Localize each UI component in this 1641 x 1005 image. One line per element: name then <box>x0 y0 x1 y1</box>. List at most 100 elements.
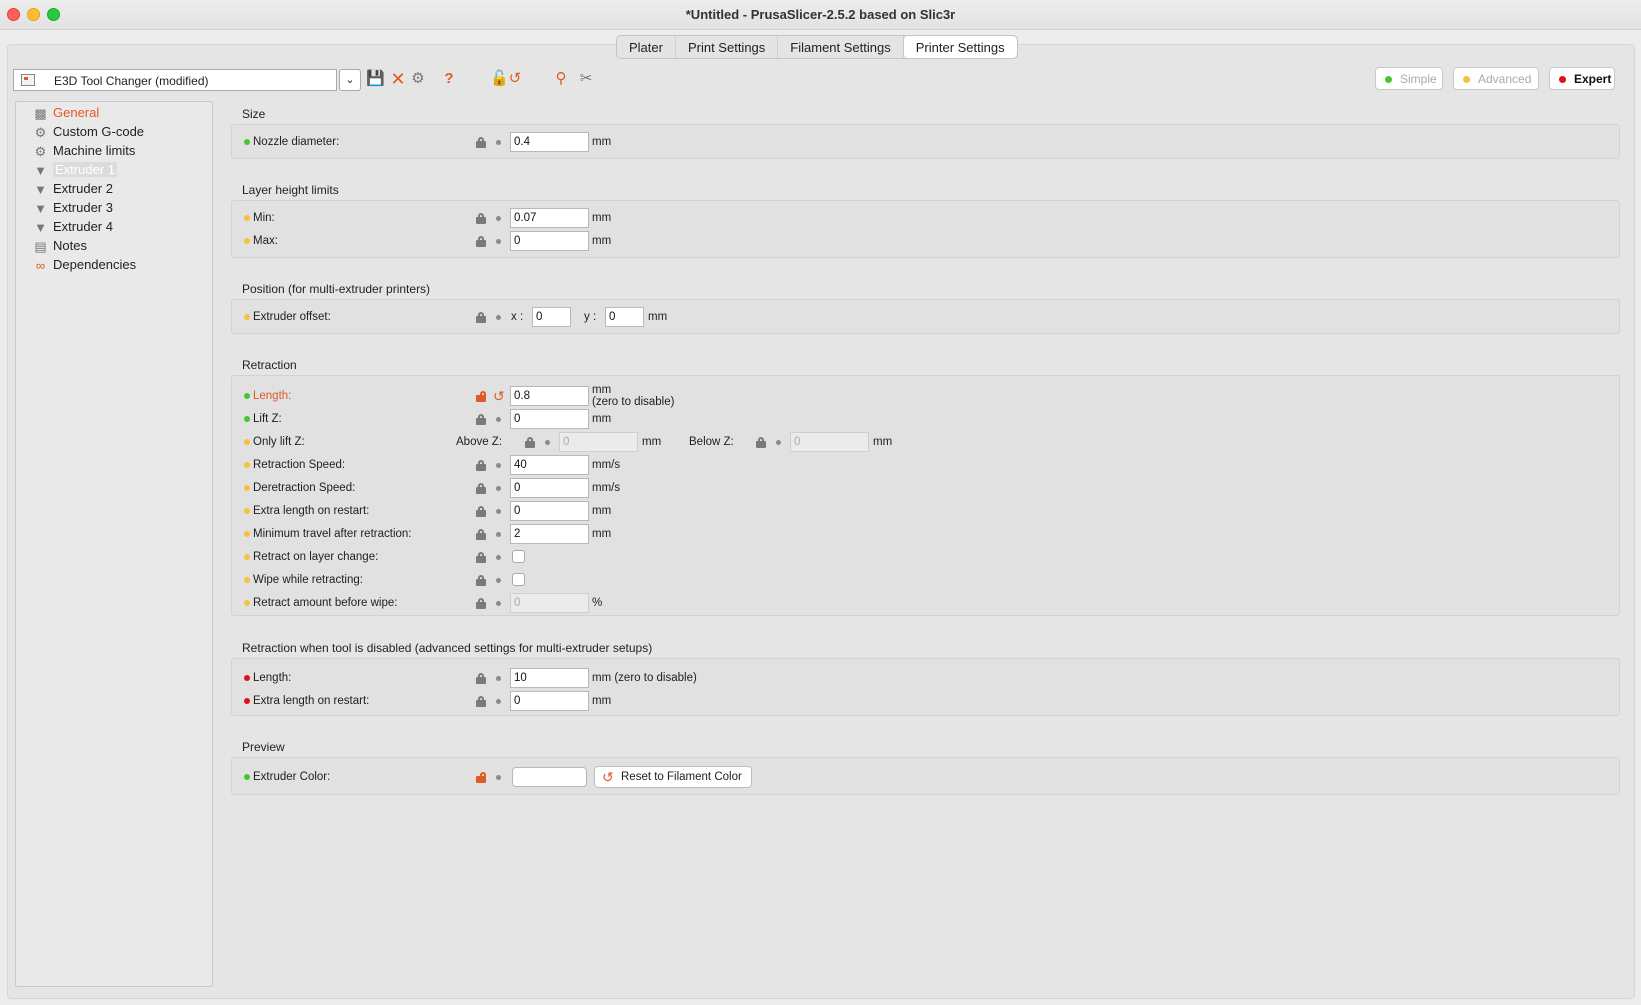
tree-item-custom-gcode[interactable]: ⚙ Custom G-code <box>33 124 144 142</box>
row-only-lift-z: Only lift Z: Above Z: 0 mm Below Z: 0 mm <box>232 431 1619 453</box>
lock-icon[interactable] <box>476 552 486 563</box>
extra-length-input[interactable]: 0 <box>510 501 589 521</box>
lock-icon[interactable] <box>476 460 486 471</box>
retraction-length-input[interactable]: 0.8 <box>510 386 589 406</box>
delete-preset-icon[interactable]: ✕ <box>389 70 407 88</box>
group-layer-height: Min: 0.07 mm Max: 0 mm <box>231 200 1620 258</box>
row-extruder-color: Extruder Color: ↺ Reset to Filament Colo… <box>232 766 1619 788</box>
search-icon[interactable]: ⚲ <box>552 70 570 88</box>
undo-icon[interactable]: ↺ <box>506 70 524 88</box>
tab-print-settings[interactable]: Print Settings <box>676 36 779 58</box>
lock-icon[interactable] <box>756 437 766 448</box>
tab-plater[interactable]: Plater <box>617 36 676 58</box>
tree-item-extruder-2[interactable]: ▼ Extruder 2 <box>33 181 113 199</box>
wipe-while-retracting-checkbox[interactable] <box>512 573 525 586</box>
lock-icon[interactable] <box>476 696 486 707</box>
dot-icon <box>496 699 501 704</box>
unit-label: mm <box>592 235 612 247</box>
mode-indicator <box>244 314 250 320</box>
compare-presets-icon[interactable]: ⚙ <box>409 70 427 88</box>
toolchange-length-input[interactable]: 10 <box>510 668 589 688</box>
unit-label: mm <box>592 695 612 707</box>
simple-dot-icon <box>1385 76 1392 83</box>
lock-icon[interactable] <box>476 236 486 247</box>
funnel-icon: ▼ <box>34 182 47 197</box>
lock-icon[interactable] <box>476 414 486 425</box>
toolchange-extra-length-label: Extra length on restart: <box>253 695 370 707</box>
group-preview: Extruder Color: ↺ Reset to Filament Colo… <box>231 757 1620 795</box>
retract-on-layer-change-checkbox[interactable] <box>512 550 525 563</box>
preset-dropdown-button[interactable]: ⌄ <box>339 69 361 91</box>
tree-item-dependencies[interactable]: ∞ Dependencies <box>33 257 136 275</box>
mode-indicator <box>244 393 250 399</box>
nozzle-diameter-input[interactable]: 0.4 <box>510 132 589 152</box>
section-title-preview: Preview <box>242 740 285 754</box>
printer-icon <box>21 74 35 86</box>
lock-icon[interactable] <box>476 673 486 684</box>
above-z-input[interactable]: 0 <box>559 432 638 452</box>
tree-item-extruder-4[interactable]: ▼ Extruder 4 <box>33 219 113 237</box>
lock-icon[interactable] <box>525 437 535 448</box>
lock-icon[interactable] <box>476 312 486 323</box>
unit-label: % <box>592 597 603 609</box>
extruder-color-label: Extruder Color: <box>253 771 331 783</box>
deretraction-speed-label: Deretraction Speed: <box>253 482 356 494</box>
tree-item-label: Extruder 2 <box>53 181 113 196</box>
max-input[interactable]: 0 <box>510 231 589 251</box>
mode-expert-button[interactable]: Expert <box>1549 67 1615 90</box>
extruder-color-picker[interactable] <box>512 767 587 787</box>
unlock-icon[interactable] <box>476 772 486 783</box>
retract-amount-before-wipe-input[interactable]: 0 <box>510 593 589 613</box>
tree-item-extruder-1[interactable]: ▼ Extruder 1 <box>33 162 117 180</box>
tree-item-notes[interactable]: ▤ Notes <box>33 238 87 256</box>
retraction-speed-input[interactable]: 40 <box>510 455 589 475</box>
lift-z-input[interactable]: 0 <box>510 409 589 429</box>
row-wipe-while-retracting: Wipe while retracting: <box>232 569 1619 591</box>
dot-icon <box>496 555 501 560</box>
row-lift-z: Lift Z: 0 mm <box>232 408 1619 430</box>
unit-label: mm <box>592 413 612 425</box>
below-z-input[interactable]: 0 <box>790 432 869 452</box>
tab-printer-settings[interactable]: Printer Settings <box>903 36 1017 58</box>
tab-filament-settings[interactable]: Filament Settings <box>778 36 904 58</box>
tree-item-label: Extruder 4 <box>53 219 113 234</box>
mode-indicator <box>244 485 250 491</box>
settings-tools-icon[interactable]: ✂ <box>577 70 595 88</box>
minimum-travel-input[interactable]: 2 <box>510 524 589 544</box>
offset-y-input[interactable]: 0 <box>605 307 644 327</box>
unit-label: mm <box>592 528 612 540</box>
help-icon[interactable]: ? <box>440 70 458 88</box>
mode-simple-button[interactable]: Simple <box>1375 67 1443 90</box>
tree-item-extruder-3[interactable]: ▼ Extruder 3 <box>33 200 113 218</box>
preset-select[interactable]: E3D Tool Changer (modified) <box>13 69 337 91</box>
dot-icon <box>496 216 501 221</box>
lock-icon[interactable] <box>476 598 486 609</box>
tree-item-general[interactable]: ▩ General <box>33 105 99 123</box>
mode-indicator <box>244 675 250 681</box>
expert-dot-icon <box>1559 76 1566 83</box>
lock-icon[interactable] <box>476 137 486 148</box>
reset-to-filament-color-button[interactable]: ↺ Reset to Filament Color <box>594 766 752 788</box>
above-z-label: Above Z: <box>456 436 503 448</box>
toolchange-extra-length-input[interactable]: 0 <box>510 691 589 711</box>
lock-icon[interactable] <box>476 529 486 540</box>
mode-indicator <box>244 508 250 514</box>
lock-icon[interactable] <box>476 213 486 224</box>
funnel-icon: ▼ <box>34 201 47 216</box>
gear-icon: ⚙ <box>34 144 47 159</box>
lock-icon[interactable] <box>476 506 486 517</box>
funnel-icon: ▼ <box>34 220 47 235</box>
unlock-icon[interactable] <box>476 391 486 402</box>
mode-indicator <box>244 215 250 221</box>
lock-icon[interactable] <box>476 575 486 586</box>
mode-advanced-button[interactable]: Advanced <box>1453 67 1539 90</box>
save-preset-icon[interactable]: 💾 <box>366 70 385 88</box>
minimum-travel-label: Minimum travel after retraction: <box>253 528 412 540</box>
tree-item-machine-limits[interactable]: ⚙ Machine limits <box>33 143 136 161</box>
dot-icon <box>496 676 501 681</box>
undo-icon[interactable]: ↺ <box>493 388 505 405</box>
deretraction-speed-input[interactable]: 0 <box>510 478 589 498</box>
offset-x-input[interactable]: 0 <box>532 307 571 327</box>
min-input[interactable]: 0.07 <box>510 208 589 228</box>
lock-icon[interactable] <box>476 483 486 494</box>
